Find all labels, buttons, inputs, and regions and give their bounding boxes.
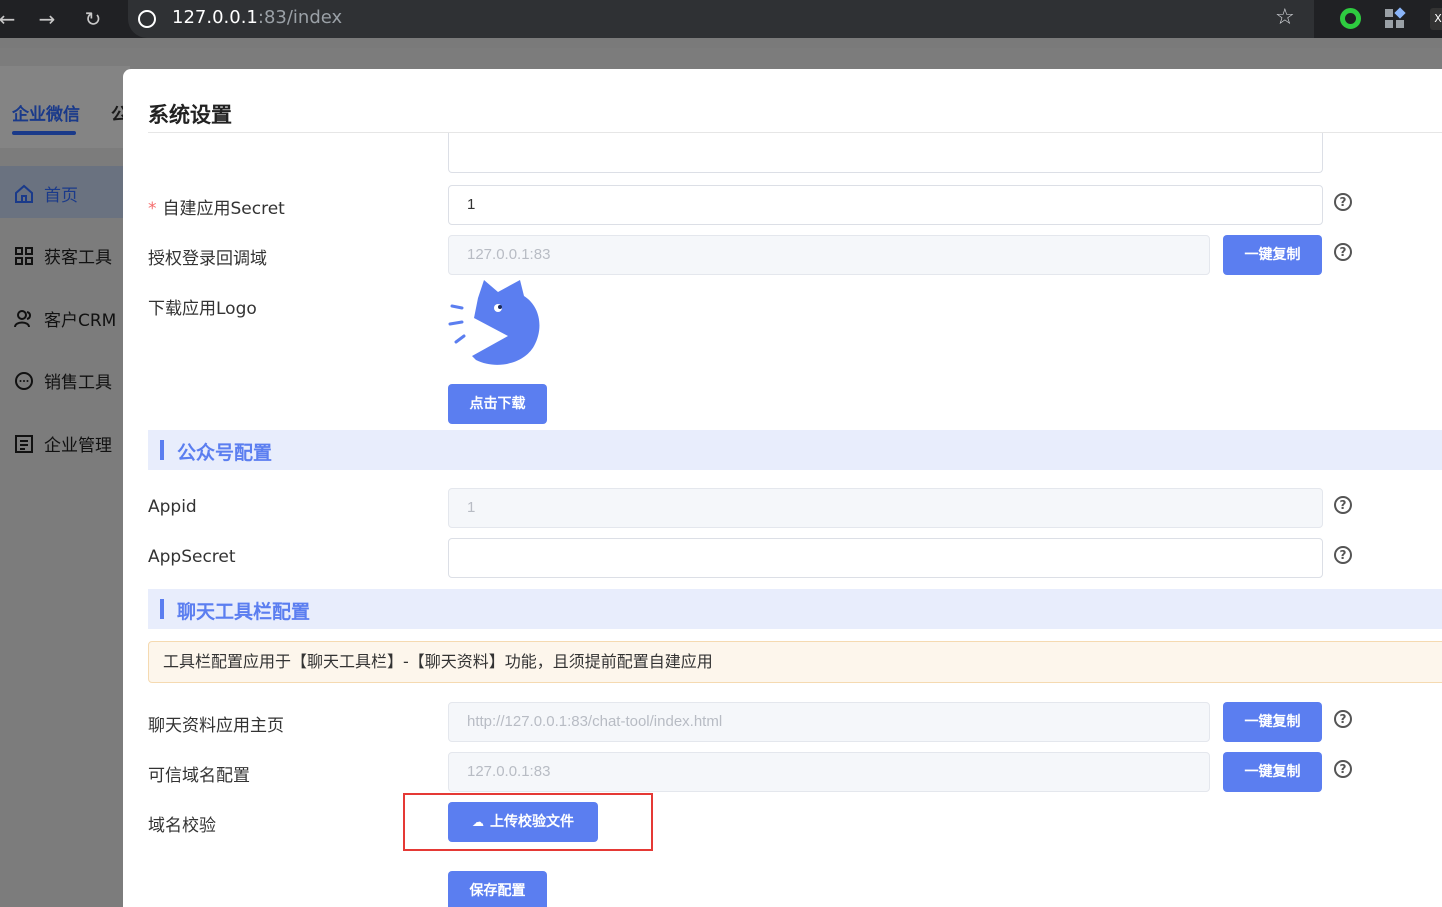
sidebar-item-enterprise[interactable]: 企业管理	[14, 431, 112, 456]
site-info-icon[interactable]	[138, 10, 156, 28]
logo-label: 下载应用Logo	[148, 299, 257, 319]
callback-domain-input[interactable]: 127.0.0.1:83	[448, 235, 1210, 275]
question-circle-icon[interactable]: ?	[1334, 710, 1352, 728]
appsecret-label: AppSecret	[148, 547, 236, 567]
callback-domain-label: 授权登录回调域	[148, 249, 267, 269]
back-icon[interactable]: ←	[0, 6, 20, 32]
toolbar-notice: 工具栏配置应用于【聊天工具栏】-【聊天资料】功能，且须提前配置自建应用	[148, 641, 1442, 683]
sidebar-item-label: 获客工具	[44, 248, 112, 268]
secret-input[interactable]: 1	[448, 185, 1323, 225]
question-circle-icon[interactable]: ?	[1334, 243, 1352, 261]
trusted-domain-input[interactable]: 127.0.0.1:83	[448, 752, 1210, 792]
building-icon	[15, 434, 33, 453]
home-icon	[15, 184, 33, 203]
chat-icon	[15, 371, 33, 390]
chat-home-label: 聊天资料应用主页	[148, 716, 284, 736]
section-accent-bar	[160, 440, 164, 460]
question-circle-icon[interactable]: ?	[1334, 496, 1352, 514]
dialog-title: 系统设置	[148, 103, 232, 127]
appsecret-input[interactable]	[448, 538, 1323, 578]
extension-green-icon[interactable]	[1340, 8, 1361, 29]
sidebar-item-sales[interactable]: 销售工具	[14, 368, 112, 393]
tab-other[interactable]: 公	[111, 100, 123, 125]
question-circle-icon[interactable]: ?	[1334, 193, 1352, 211]
browser-toolbar: ← → ↻ 127.0.0.1:83/index ☆ X	[0, 0, 1442, 38]
extension-puzzle-icon[interactable]	[1385, 7, 1406, 29]
question-circle-icon[interactable]: ?	[1334, 546, 1352, 564]
appid-label: Appid	[148, 497, 197, 517]
section-title: 公众号配置	[177, 442, 273, 464]
sidebar-item-home[interactable]: 首页	[14, 181, 78, 206]
users-icon	[14, 309, 31, 327]
previous-field-input[interactable]	[448, 133, 1323, 173]
reload-icon[interactable]: ↻	[80, 6, 106, 32]
required-asterisk: *	[148, 199, 157, 219]
copy-callback-button[interactable]: 一键复制	[1223, 235, 1322, 275]
url-text[interactable]: 127.0.0.1:83/index	[172, 7, 342, 28]
secret-label: * 自建应用Secret	[148, 199, 285, 219]
tab-wecom[interactable]: 企业微信	[12, 100, 80, 125]
bookmark-star-icon[interactable]: ☆	[1275, 5, 1295, 30]
highlight-box	[403, 793, 653, 851]
tab-active-indicator	[12, 131, 76, 135]
sidebar-item-acquire[interactable]: 获客工具	[14, 243, 112, 268]
save-config-button[interactable]: 保存配置	[448, 871, 547, 907]
trusted-domain-label: 可信域名配置	[148, 766, 250, 786]
question-circle-icon[interactable]: ?	[1334, 760, 1352, 778]
sidebar-item-label: 企业管理	[44, 436, 112, 456]
domain-verify-label: 域名校验	[148, 816, 216, 836]
sidebar-item-crm[interactable]: 客户CRM	[14, 306, 116, 331]
section-accent-bar	[160, 599, 164, 619]
download-logo-button[interactable]: 点击下载	[448, 384, 547, 424]
app-logo-icon	[448, 280, 540, 365]
sidebar-item-label: 销售工具	[44, 373, 112, 393]
copy-trusted-domain-button[interactable]: 一键复制	[1223, 752, 1322, 792]
chat-home-input[interactable]: http://127.0.0.1:83/chat-tool/index.html	[448, 702, 1210, 742]
chat-toolbar-section: 聊天工具栏配置	[148, 589, 1442, 629]
appid-input[interactable]: 1	[448, 488, 1323, 528]
sidebar-item-label: 客户CRM	[44, 311, 117, 331]
system-settings-dialog: 系统设置 * 自建应用Secret 1 ? 授权登录回调域 127.0.0.1:8…	[123, 69, 1442, 907]
copy-chat-home-button[interactable]: 一键复制	[1223, 702, 1322, 742]
forward-icon[interactable]: →	[34, 6, 60, 32]
sidebar-item-label: 首页	[44, 186, 78, 206]
section-title: 聊天工具栏配置	[177, 601, 311, 623]
mp-config-section: 公众号配置	[148, 430, 1442, 470]
grid-icon	[15, 246, 33, 265]
extension-x-icon[interactable]: X	[1430, 8, 1442, 30]
